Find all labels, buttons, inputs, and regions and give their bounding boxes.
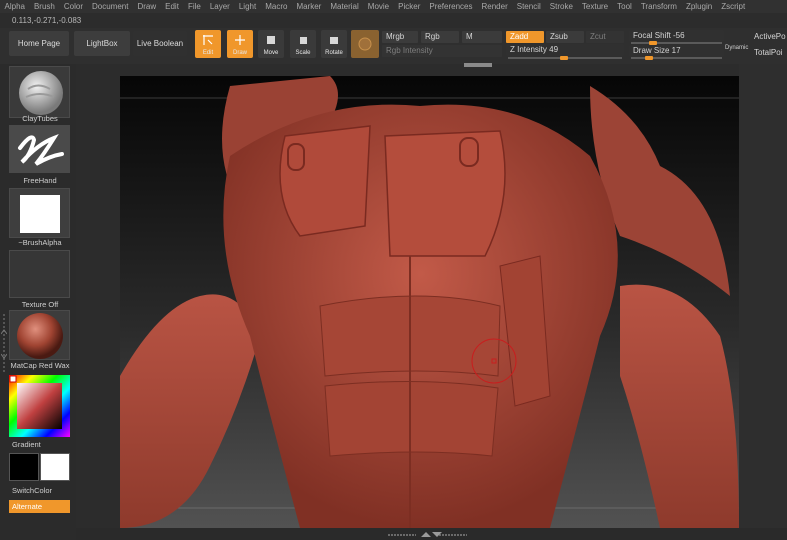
- sphere-icon: [358, 37, 372, 51]
- edit-label: Edit: [202, 50, 214, 56]
- menu-item-texture[interactable]: Texture: [577, 0, 612, 13]
- scale-label: Scale: [295, 50, 311, 56]
- menu-item-transform[interactable]: Transform: [636, 0, 681, 13]
- scale-mode-button[interactable]: Scale: [290, 30, 316, 58]
- draw-icon: [235, 35, 245, 45]
- menu-item-marker[interactable]: Marker: [292, 0, 326, 13]
- sculpt-model: [120, 76, 739, 528]
- alpha-swatch: [20, 195, 60, 233]
- menu-item-edit[interactable]: Edit: [161, 0, 184, 13]
- brush-button[interactable]: [9, 66, 70, 118]
- stroke-label: FreeHand: [23, 176, 57, 185]
- lightbox-button[interactable]: LightBox: [74, 31, 130, 56]
- mrgb-button[interactable]: Mrgb: [382, 31, 418, 43]
- color-wheel-icon: [9, 375, 70, 437]
- menu-item-tool[interactable]: Tool: [613, 0, 637, 13]
- texture-label: Texture Off: [21, 300, 59, 309]
- zadd-button[interactable]: Zadd: [506, 31, 544, 43]
- menu-item-movie[interactable]: Movie: [363, 0, 393, 13]
- menu-item-zscript[interactable]: Zscript: [717, 0, 750, 13]
- edit-icon: [203, 35, 213, 45]
- main-color-swatch[interactable]: [9, 453, 39, 481]
- alternate-button[interactable]: Alternate: [9, 500, 70, 513]
- texture-button[interactable]: [9, 250, 70, 298]
- menu-item-file[interactable]: File: [183, 0, 205, 13]
- z-intensity-slider[interactable]: Z Intensity 49: [506, 44, 624, 56]
- right-tray: [739, 64, 787, 540]
- menu-item-alpha[interactable]: Alpha: [0, 0, 29, 13]
- zcut-button[interactable]: Zcut: [586, 31, 624, 43]
- bottom-handle-icon: [388, 532, 467, 537]
- left-tray: ClayTubes FreeHand ~BrushAlpha Texture O…: [0, 64, 76, 540]
- zsub-button[interactable]: Zsub: [546, 31, 584, 43]
- claytubes-brush-icon: [19, 71, 63, 115]
- menu-item-stroke[interactable]: Stroke: [545, 0, 577, 13]
- stroke-button[interactable]: [9, 125, 70, 173]
- menu-item-preferences[interactable]: Preferences: [425, 0, 477, 13]
- menu-item-light[interactable]: Light: [234, 0, 260, 13]
- move-icon: [267, 36, 275, 44]
- menu-item-render[interactable]: Render: [477, 0, 512, 13]
- tray-resize-handle[interactable]: [1, 314, 7, 374]
- rotate-label: Rotate: [325, 50, 343, 56]
- menu-item-stencil[interactable]: Stencil: [512, 0, 545, 13]
- coordinates-readout: 0.113,-0.271,-0.083: [12, 16, 82, 25]
- top-toolbar: Home Page LightBox Live Boolean Edit Dra…: [0, 28, 787, 67]
- material-label: MatCap Red Wax: [10, 361, 70, 370]
- m-button[interactable]: M: [462, 31, 502, 43]
- active-points-label: ActivePo: [754, 32, 786, 41]
- toolbar-scroll-handle[interactable]: [464, 63, 492, 67]
- menu-item-draw[interactable]: Draw: [133, 0, 161, 13]
- menu-item-picker[interactable]: Picker: [394, 0, 425, 13]
- menu-item-macro[interactable]: Macro: [261, 0, 292, 13]
- menu-item-zplugin[interactable]: Zplugin: [681, 0, 716, 13]
- brush-label: ClayTubes: [22, 114, 58, 123]
- home-page-button[interactable]: Home Page: [9, 31, 69, 56]
- menu-item-layer[interactable]: Layer: [205, 0, 234, 13]
- move-mode-button[interactable]: Move: [258, 30, 284, 58]
- menu-item-material[interactable]: Material: [326, 0, 363, 13]
- alpha-button[interactable]: [9, 188, 70, 238]
- total-points-label: TotalPoi: [754, 48, 783, 57]
- move-label: Move: [263, 50, 279, 56]
- draw-size-slider[interactable]: Draw Size 17: [629, 45, 724, 57]
- focal-shift-slider[interactable]: Focal Shift -56: [629, 30, 724, 42]
- rotate-icon: [330, 37, 338, 44]
- dynamic-toggle[interactable]: Dynamic: [725, 45, 748, 51]
- menu-item-brush[interactable]: Brush: [29, 0, 59, 13]
- draw-size-knob[interactable]: [645, 56, 654, 60]
- rgb-button[interactable]: Rgb: [421, 31, 459, 43]
- draw-mode-button[interactable]: Draw: [227, 30, 253, 58]
- gradient-label[interactable]: Gradient: [12, 440, 41, 449]
- switch-color-button[interactable]: SwitchColor: [12, 486, 52, 495]
- material-button[interactable]: [9, 310, 70, 360]
- menu-item-document[interactable]: Document: [88, 0, 133, 13]
- z-intensity-knob[interactable]: [559, 56, 568, 60]
- material-swatch-button[interactable]: [351, 30, 379, 58]
- color-picker[interactable]: [9, 375, 70, 437]
- matcap-red-wax-icon: [17, 313, 63, 359]
- secondary-color-swatch[interactable]: [40, 453, 70, 481]
- menu-item-color[interactable]: Color: [59, 0, 87, 13]
- freehand-stroke-icon: [18, 134, 64, 166]
- bottom-tray-handle[interactable]: [76, 528, 787, 540]
- live-boolean-button[interactable]: Live Boolean: [133, 31, 187, 56]
- draw-label: Draw: [232, 50, 247, 56]
- rgb-intensity-slider[interactable]: Rgb Intensity: [382, 45, 502, 57]
- canvas-viewport[interactable]: [120, 76, 739, 528]
- scale-icon: [300, 37, 307, 44]
- focal-shift-track[interactable]: [631, 42, 722, 44]
- alpha-label: ~BrushAlpha: [18, 238, 62, 247]
- menu-bar: Alpha Brush Color Document Draw Edit File Layer…: [0, 0, 787, 13]
- rotate-mode-button[interactable]: Rotate: [321, 30, 347, 58]
- edit-mode-button[interactable]: Edit: [195, 30, 221, 58]
